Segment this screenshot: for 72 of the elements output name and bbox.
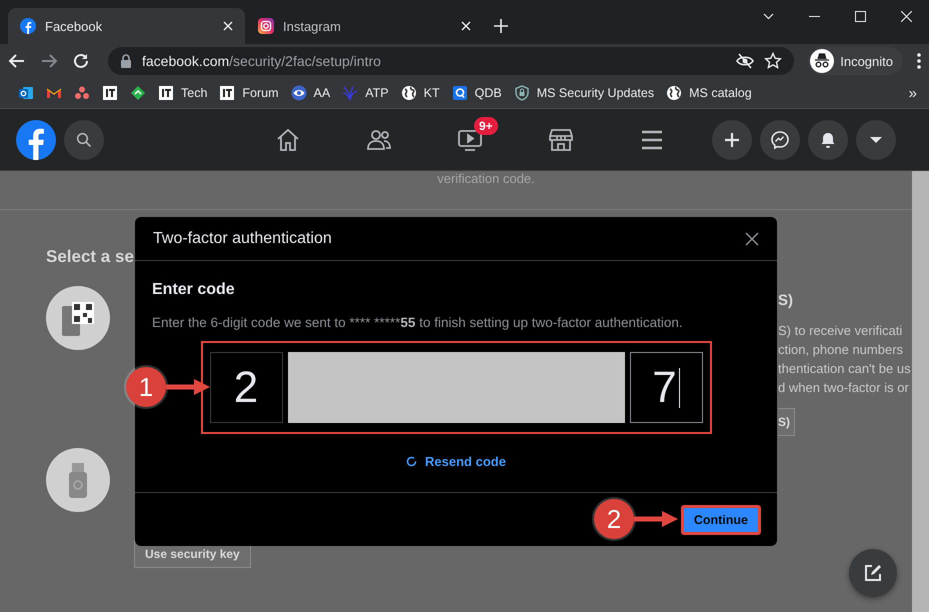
option-title: S) [778,292,794,309]
square-logo-icon [102,85,118,101]
messenger-button[interactable] [760,120,800,160]
new-message-button[interactable] [849,549,897,597]
chat-bubble-icon [770,130,790,150]
shield-icon [514,85,530,101]
incognito-icon [810,49,834,73]
compose-icon [863,563,883,583]
star-icon[interactable] [764,52,782,70]
step-marker: 1 [126,367,166,407]
notification-badge: 9+ [474,117,498,135]
bookmark[interactable]: AA [284,82,336,104]
browser-tab[interactable]: Instagram [246,8,483,44]
reload-icon[interactable] [72,52,90,70]
info-text: verification code. [437,171,535,186]
dialog-title: Two-factor authentication [153,230,332,248]
bookmark[interactable]: QDB [446,82,508,104]
description-line: S) to receive verificati [778,322,904,340]
bookmark[interactable]: MS Security Updates [508,82,660,104]
spinner-icon [406,456,418,467]
code-digit-field[interactable]: 7 [630,352,702,423]
globe-icon [666,85,682,101]
scrollbar[interactable] [912,171,929,612]
instruction-text: Enter the 6-digit code we sent to **** *****55 to finish setting up two-factor authentication. [152,315,684,330]
square-logo-icon [158,85,174,101]
square-logo-icon [219,85,236,101]
browser-tab[interactable]: Facebook [8,8,245,44]
option-button[interactable]: S) [778,408,795,436]
plant-icon [342,85,358,101]
menu-icon[interactable] [917,53,921,69]
caret-icon [870,136,882,142]
section-title: Select a se [46,247,135,267]
code-digit-field[interactable]: 2 [210,352,282,423]
forward-icon[interactable] [40,52,58,70]
section-heading: Enter code [152,281,236,299]
globe-icon [400,85,417,101]
facebook-logo[interactable] [16,120,56,160]
bookmark[interactable]: ATP [336,82,395,104]
three-dots-icon [74,85,90,101]
notifications-button[interactable] [808,120,848,160]
pointer-arrow [634,510,678,528]
bookmark[interactable]: Forum [213,82,285,104]
create-button[interactable] [712,120,752,160]
lock-icon [120,54,132,68]
leaf-icon [130,85,146,101]
new-tab-icon[interactable] [494,19,508,33]
search-button[interactable] [64,120,104,160]
address-bar[interactable]: facebook.com/security/2fac/setup/intro [108,47,794,75]
description-line: thentication can't be us [778,360,912,378]
bookmark[interactable]: MS catalog [660,82,758,104]
incognito-button[interactable]: Incognito [808,47,903,75]
more-bookmarks-button[interactable]: » [908,84,917,102]
close-icon[interactable] [745,232,759,246]
facebook-icon [20,18,36,34]
continue-button[interactable]: Continue [682,506,760,534]
search-icon [76,132,92,148]
bookmark[interactable]: Tech [152,82,214,104]
bookmark[interactable]: KT [394,82,446,104]
q-box-icon [452,85,468,101]
description-line: d when two-factor is or [778,379,910,397]
resend-code-link[interactable]: Resend code [406,454,506,469]
step-marker: 2 [594,499,634,539]
eye-icon [290,85,307,101]
tab-search-icon[interactable] [762,10,774,22]
mail-app-icon [18,85,34,101]
maximize-icon[interactable] [854,10,866,22]
instagram-icon [258,18,274,34]
url-text: facebook.com/security/2fac/setup/intro [142,53,382,69]
eye-slash-icon[interactable] [736,52,754,70]
description-line: ction, phone numbers [778,341,904,359]
back-icon[interactable] [8,52,26,70]
account-menu-button[interactable] [856,120,896,160]
